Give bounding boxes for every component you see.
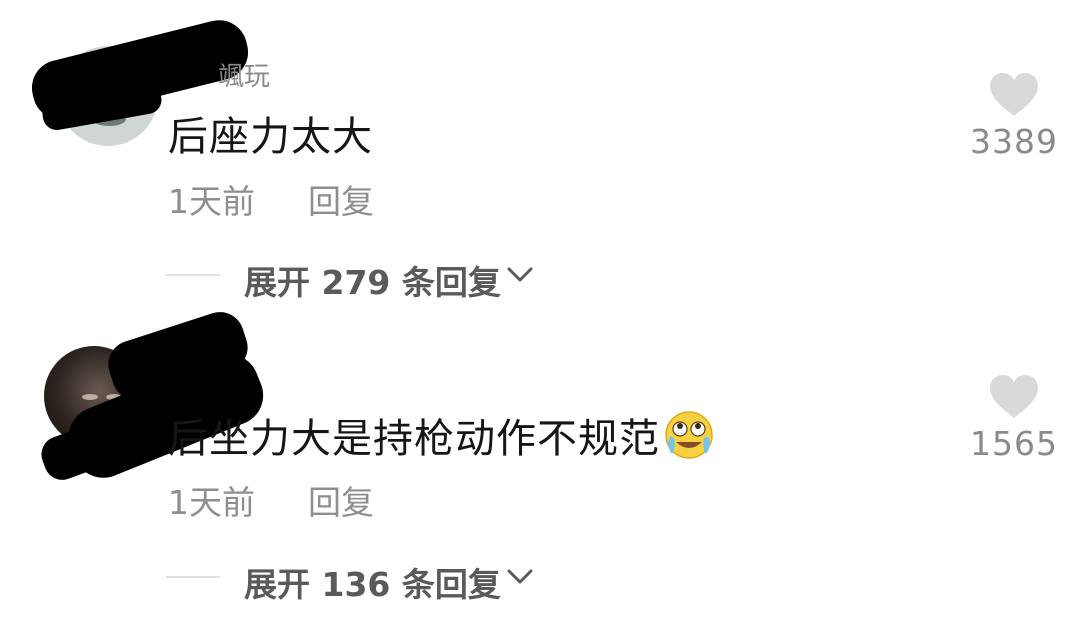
username[interactable]: 颯玩	[218, 56, 270, 93]
chevron-down-icon	[507, 569, 533, 584]
reply-button[interactable]: 回复	[308, 476, 374, 524]
comment-text: 后坐力大是持枪动作不规范	[168, 406, 714, 464]
expand-replies[interactable]: 展开 136 条回复	[166, 558, 586, 604]
heart-icon	[990, 375, 1038, 418]
chevron-down-icon	[507, 267, 533, 282]
like-count: 3389	[970, 122, 1058, 161]
expand-replies[interactable]: 展开 279 条回复	[166, 256, 586, 302]
divider	[166, 274, 220, 276]
like-button[interactable]: 3389	[964, 72, 1064, 161]
comment-list: 颯玩 后座力太大 1天前 回复 展开 279 条回复 3389 后坐力大是持枪动…	[0, 0, 1080, 643]
comment-time: 1天前	[168, 182, 255, 221]
heart-icon	[990, 73, 1038, 116]
comment-text: 后座力太大	[168, 114, 373, 160]
like-button[interactable]: 1565	[964, 374, 1064, 463]
divider	[166, 576, 220, 578]
laughing-crying-emoji-icon	[665, 411, 713, 459]
reply-button[interactable]: 回复	[308, 175, 374, 223]
comment-item: 颯玩 后座力太大 1天前 回复 展开 279 条回复 3389	[0, 0, 1080, 310]
comment-text-body: 后坐力大是持枪动作不规范	[168, 416, 660, 462]
expand-replies-label[interactable]: 展开 279 条回复	[244, 256, 501, 304]
comment-time: 1天前	[168, 483, 255, 522]
like-count: 1565	[970, 424, 1058, 463]
expand-replies-label[interactable]: 展开 136 条回复	[244, 558, 501, 606]
comment-item: 后坐力大是持枪动作不规范 1天前 回复 展开 136 条回复 1565	[0, 305, 1080, 643]
